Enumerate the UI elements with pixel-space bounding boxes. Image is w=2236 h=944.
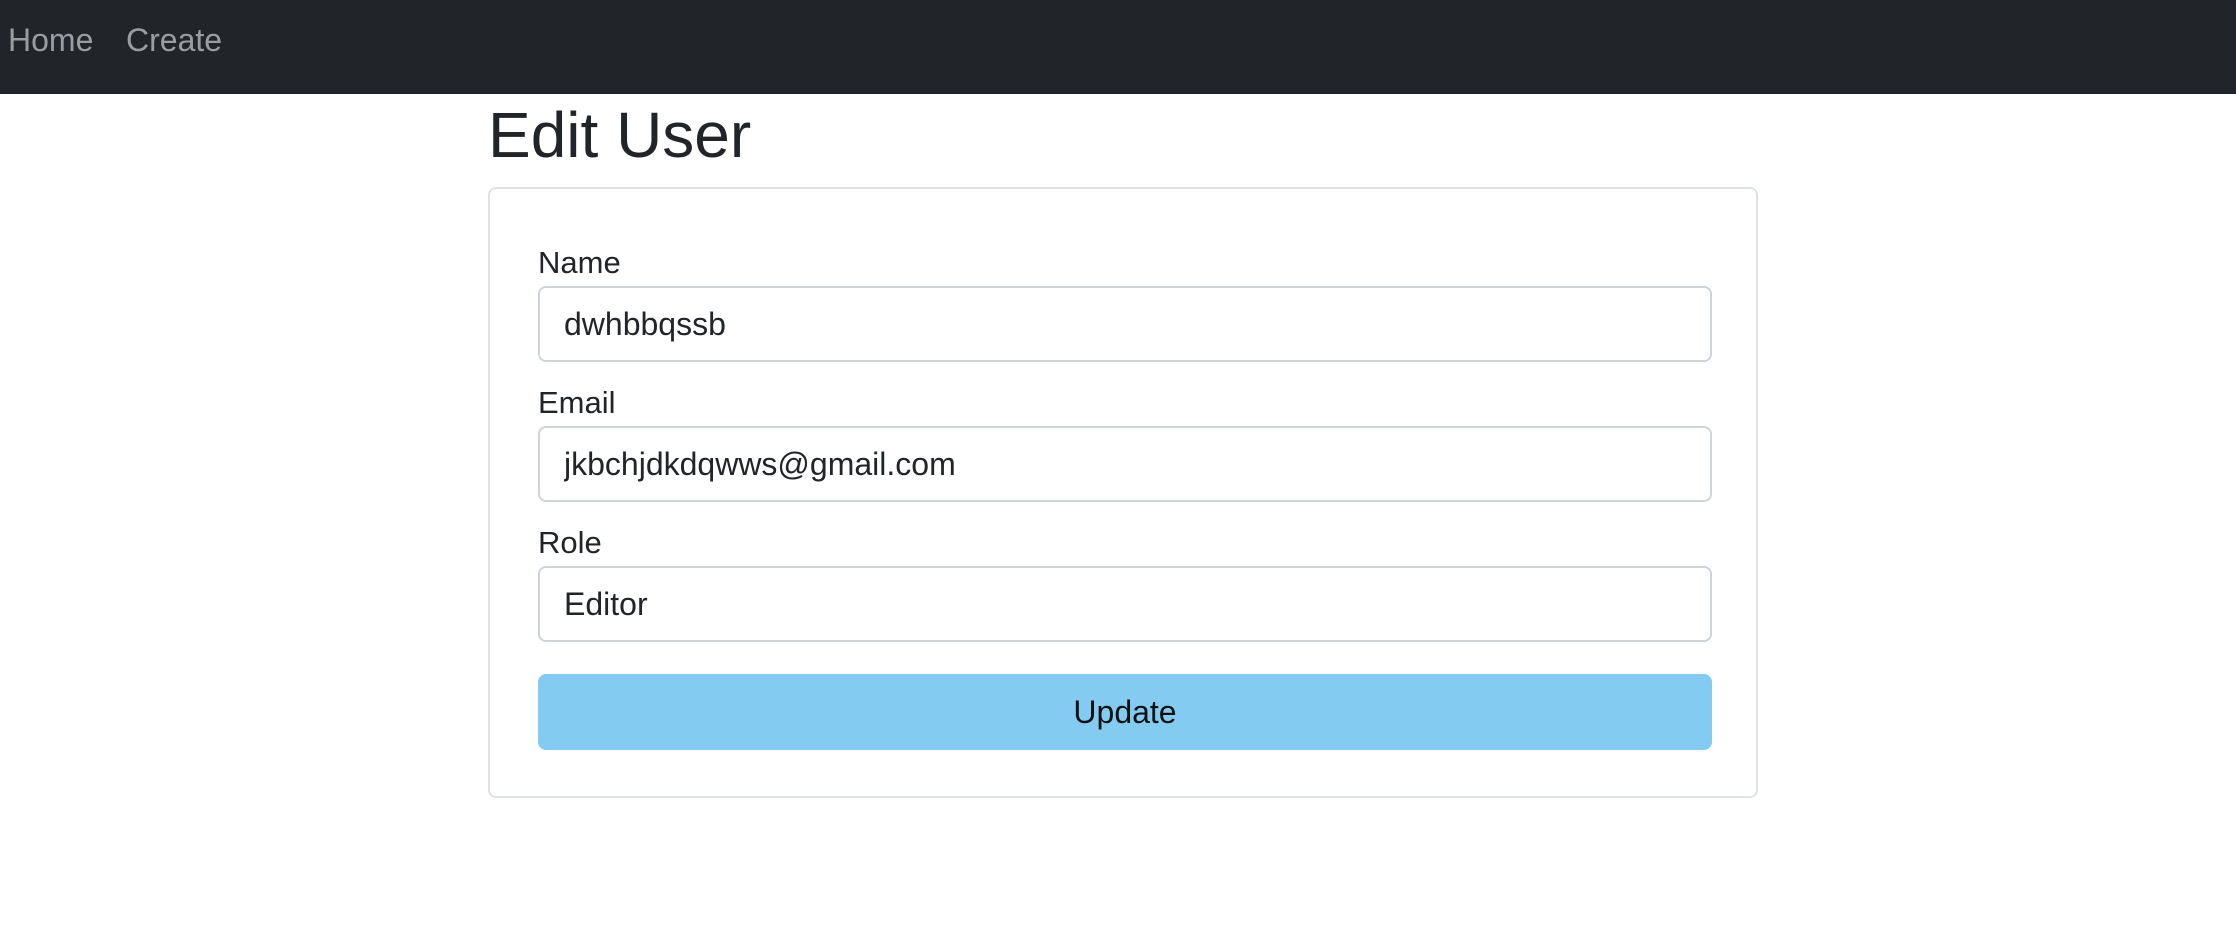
email-label: Email xyxy=(538,385,616,420)
name-input[interactable] xyxy=(538,286,1712,362)
name-label: Name xyxy=(538,245,621,280)
edit-user-form-card: Name Email Role Update xyxy=(488,187,1758,798)
nav-create-link[interactable]: Create xyxy=(126,20,222,60)
nav-home-link[interactable]: Home xyxy=(8,20,93,60)
update-button[interactable]: Update xyxy=(538,674,1712,750)
email-input[interactable] xyxy=(538,426,1712,502)
role-input[interactable] xyxy=(538,566,1712,642)
page-title: Edit User xyxy=(488,99,752,171)
role-label: Role xyxy=(538,525,602,560)
top-navbar: Home Create xyxy=(0,0,2236,94)
